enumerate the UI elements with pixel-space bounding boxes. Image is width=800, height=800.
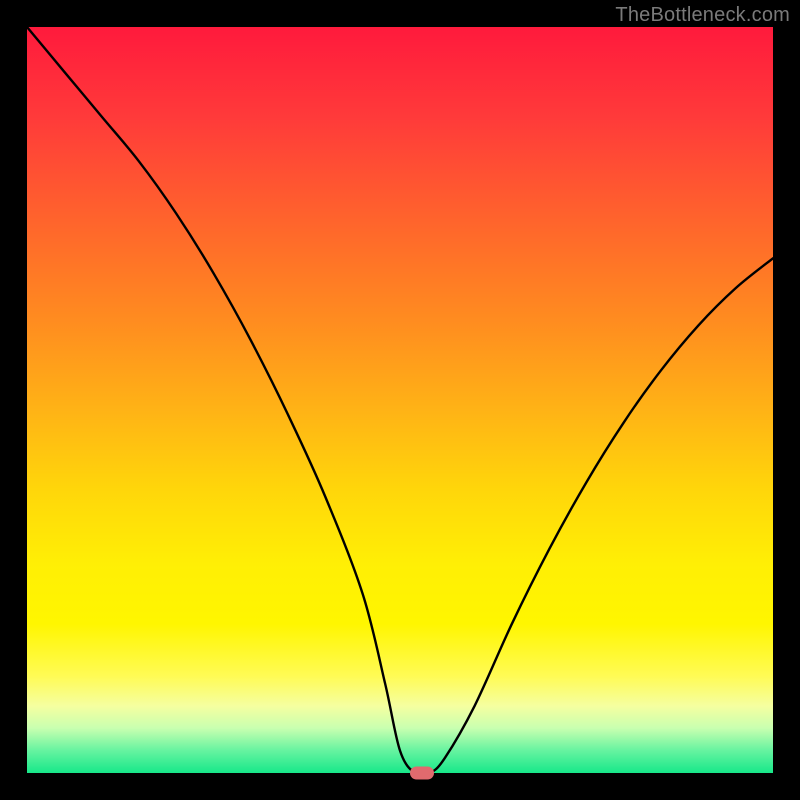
chart-plot-area [27,27,773,773]
optimal-marker [410,767,434,780]
watermark-text: TheBottleneck.com [615,4,790,27]
chart-frame: TheBottleneck.com [0,0,800,800]
bottleneck-curve [27,27,773,773]
curve-path [27,27,773,773]
